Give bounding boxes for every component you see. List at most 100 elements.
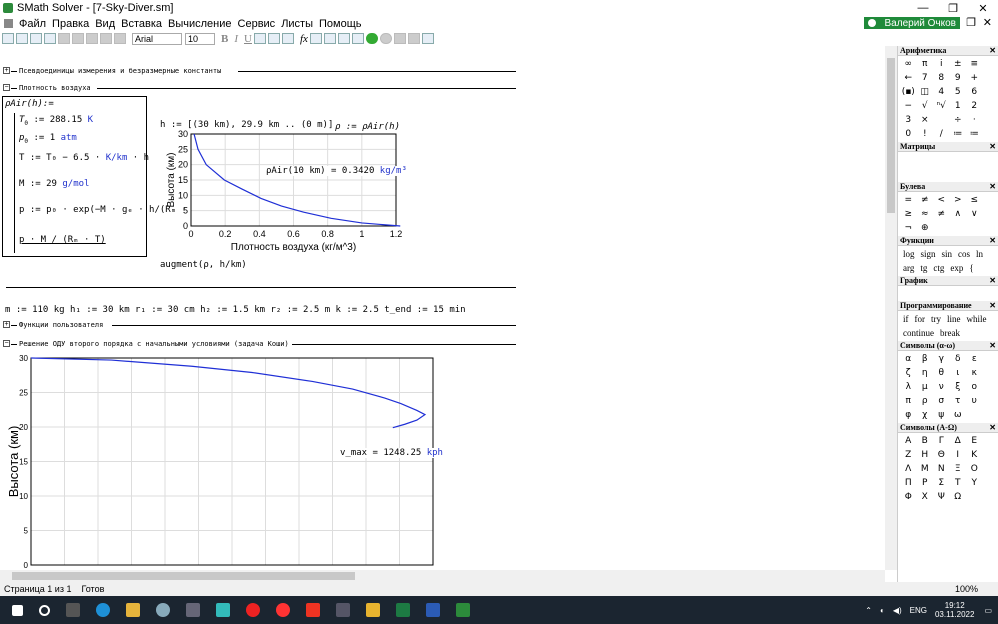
recalc-icon[interactable] [365, 33, 378, 44]
task-view-icon[interactable] [66, 603, 80, 617]
arith-key[interactable]: ÷ [950, 113, 967, 127]
arith-key[interactable]: · [966, 113, 983, 127]
cut-icon[interactable] [58, 33, 70, 44]
graph-keys[interactable] [898, 286, 998, 301]
bool-key[interactable]: ⊕ [917, 221, 934, 235]
bool-key[interactable]: ≠ [933, 207, 950, 221]
func-key[interactable]: tg [917, 261, 930, 275]
greek-lower-key[interactable]: φ [900, 408, 917, 422]
arith-key[interactable]: 8 [933, 71, 950, 85]
greek-lower-key[interactable]: ω [950, 408, 967, 422]
panel-matrix-header[interactable]: Матрицы ✕ [898, 142, 998, 152]
section-units[interactable]: Псевдоединицы измерения и безразмерные к… [19, 67, 221, 75]
prog-key[interactable]: line [944, 312, 964, 326]
units-icon[interactable] [309, 33, 322, 44]
arith-key[interactable]: ≔ [966, 127, 983, 141]
panel-arith-header[interactable]: Арифметика ✕ [898, 46, 998, 56]
network-icon[interactable]: ◐ [880, 606, 885, 615]
greek-lower-key[interactable]: λ [900, 380, 917, 394]
search-icon[interactable] [39, 604, 50, 616]
greek-lower-key[interactable]: ν [933, 380, 950, 394]
explorer-icon[interactable] [126, 603, 140, 617]
bool-key[interactable]: < [933, 193, 950, 207]
menu-help[interactable]: Помощь [319, 18, 362, 30]
menu-insert[interactable]: Вставка [121, 18, 162, 30]
arith-key[interactable] [933, 113, 950, 127]
greek-upper-key[interactable]: Α [900, 434, 917, 448]
word-icon[interactable] [426, 603, 440, 617]
greek-lower-key[interactable]: γ [933, 352, 950, 366]
font-select[interactable]: Arial [132, 32, 182, 45]
greek-lower-key[interactable]: ψ [933, 408, 950, 422]
close-button[interactable]: ✕ [968, 0, 998, 16]
panel-greek-upper-header[interactable]: Символы (Α-Ω) ✕ [898, 423, 998, 433]
bool-key[interactable]: > [950, 193, 967, 207]
arith-key[interactable]: − [900, 99, 917, 113]
collapse-icon[interactable]: − [3, 84, 10, 91]
greek-lower-key[interactable]: ρ [917, 394, 934, 408]
greek-lower-key[interactable]: η [917, 366, 934, 380]
print-icon[interactable] [44, 33, 56, 44]
greek-lower-key[interactable]: μ [917, 380, 934, 394]
save-icon[interactable] [30, 33, 42, 44]
section-density[interactable]: Плотность воздуха [19, 84, 91, 92]
calc-icon[interactable] [337, 33, 350, 44]
greek-upper-key[interactable]: Ρ [917, 476, 934, 490]
matrix-icon[interactable] [323, 33, 336, 44]
greek-upper-key[interactable]: Λ [900, 462, 917, 476]
stop-icon[interactable] [379, 33, 392, 44]
func-key[interactable]: arg [900, 261, 917, 275]
density-plot[interactable]: 0 5 10 15 20 25 30 0 0.2 0.4 0.6 0.8 1 1.2 Плотность в… [150, 128, 420, 258]
bool-key[interactable]: ∨ [966, 207, 983, 221]
underline-button[interactable]: U [244, 33, 252, 45]
prog-key[interactable]: continue [900, 326, 937, 340]
border-icon[interactable] [281, 33, 294, 44]
bool-key[interactable]: ∧ [950, 207, 967, 221]
size-select[interactable]: 10 [185, 32, 215, 45]
greek-upper-key[interactable]: Ψ [933, 490, 950, 504]
greek-upper-key[interactable]: Ν [933, 462, 950, 476]
arith-key[interactable]: / [933, 127, 950, 141]
greek-upper-key[interactable]: Χ [917, 490, 934, 504]
greek-lower-key[interactable]: ε [966, 352, 983, 366]
mathcad-icon[interactable] [336, 603, 350, 617]
panel-prog-header[interactable]: Программирование ✕ [898, 301, 998, 311]
arith-key[interactable]: 7 [917, 71, 934, 85]
greek-lower-key[interactable]: ξ [950, 380, 967, 394]
func-key[interactable]: ln [973, 247, 986, 261]
greek-upper-key[interactable]: Υ [966, 476, 983, 490]
greek-upper-key[interactable]: Δ [950, 434, 967, 448]
prog-key[interactable]: break [937, 326, 963, 340]
rho-10km[interactable]: ρAir(10 km) = 0.3420 kg/m³ [266, 166, 407, 176]
prog-key[interactable]: while [964, 312, 990, 326]
arith-key[interactable]: √ [917, 99, 934, 113]
volume-icon[interactable]: ◀) [893, 606, 902, 615]
greek-upper-key[interactable]: Η [917, 448, 934, 462]
arith-key[interactable]: 3 [900, 113, 917, 127]
undo-icon[interactable] [100, 33, 112, 44]
greek-lower-key[interactable]: β [917, 352, 934, 366]
function-button[interactable]: fx [300, 33, 308, 45]
greek-lower-key[interactable]: υ [966, 394, 983, 408]
trajectory-plot[interactable]: 051015202530Высота (км) [4, 354, 436, 570]
arith-key[interactable]: 4 [933, 85, 950, 99]
arith-key[interactable]: × [917, 113, 934, 127]
func-key[interactable]: ctg [930, 261, 947, 275]
maximize-button[interactable]: ❐ [938, 0, 968, 16]
parameters[interactable]: m := 110 kg h₁ := 30 km r₁ := 30 cm h₂ :… [5, 305, 466, 315]
greek-upper-key[interactable]: Σ [933, 476, 950, 490]
redo-icon[interactable] [114, 33, 126, 44]
arith-key[interactable]: 2 [966, 99, 983, 113]
arith-key[interactable]: 0 [900, 127, 917, 141]
vertical-scrollbar[interactable] [885, 46, 897, 570]
arith-key[interactable]: ≡ [966, 57, 983, 71]
horizontal-scrollbar[interactable] [0, 570, 885, 582]
arith-key[interactable]: ! [917, 127, 934, 141]
expand-icon[interactable]: + [3, 67, 10, 74]
greek-lower-key[interactable]: δ [950, 352, 967, 366]
copy-icon[interactable] [72, 33, 84, 44]
augment-expr[interactable]: augment(ρ, h/km) [160, 260, 247, 270]
arith-key[interactable]: ∞ [900, 57, 917, 71]
vmax-result[interactable]: v_max = 1248.25 kph [340, 448, 443, 458]
arith-key[interactable]: ← [900, 71, 917, 85]
